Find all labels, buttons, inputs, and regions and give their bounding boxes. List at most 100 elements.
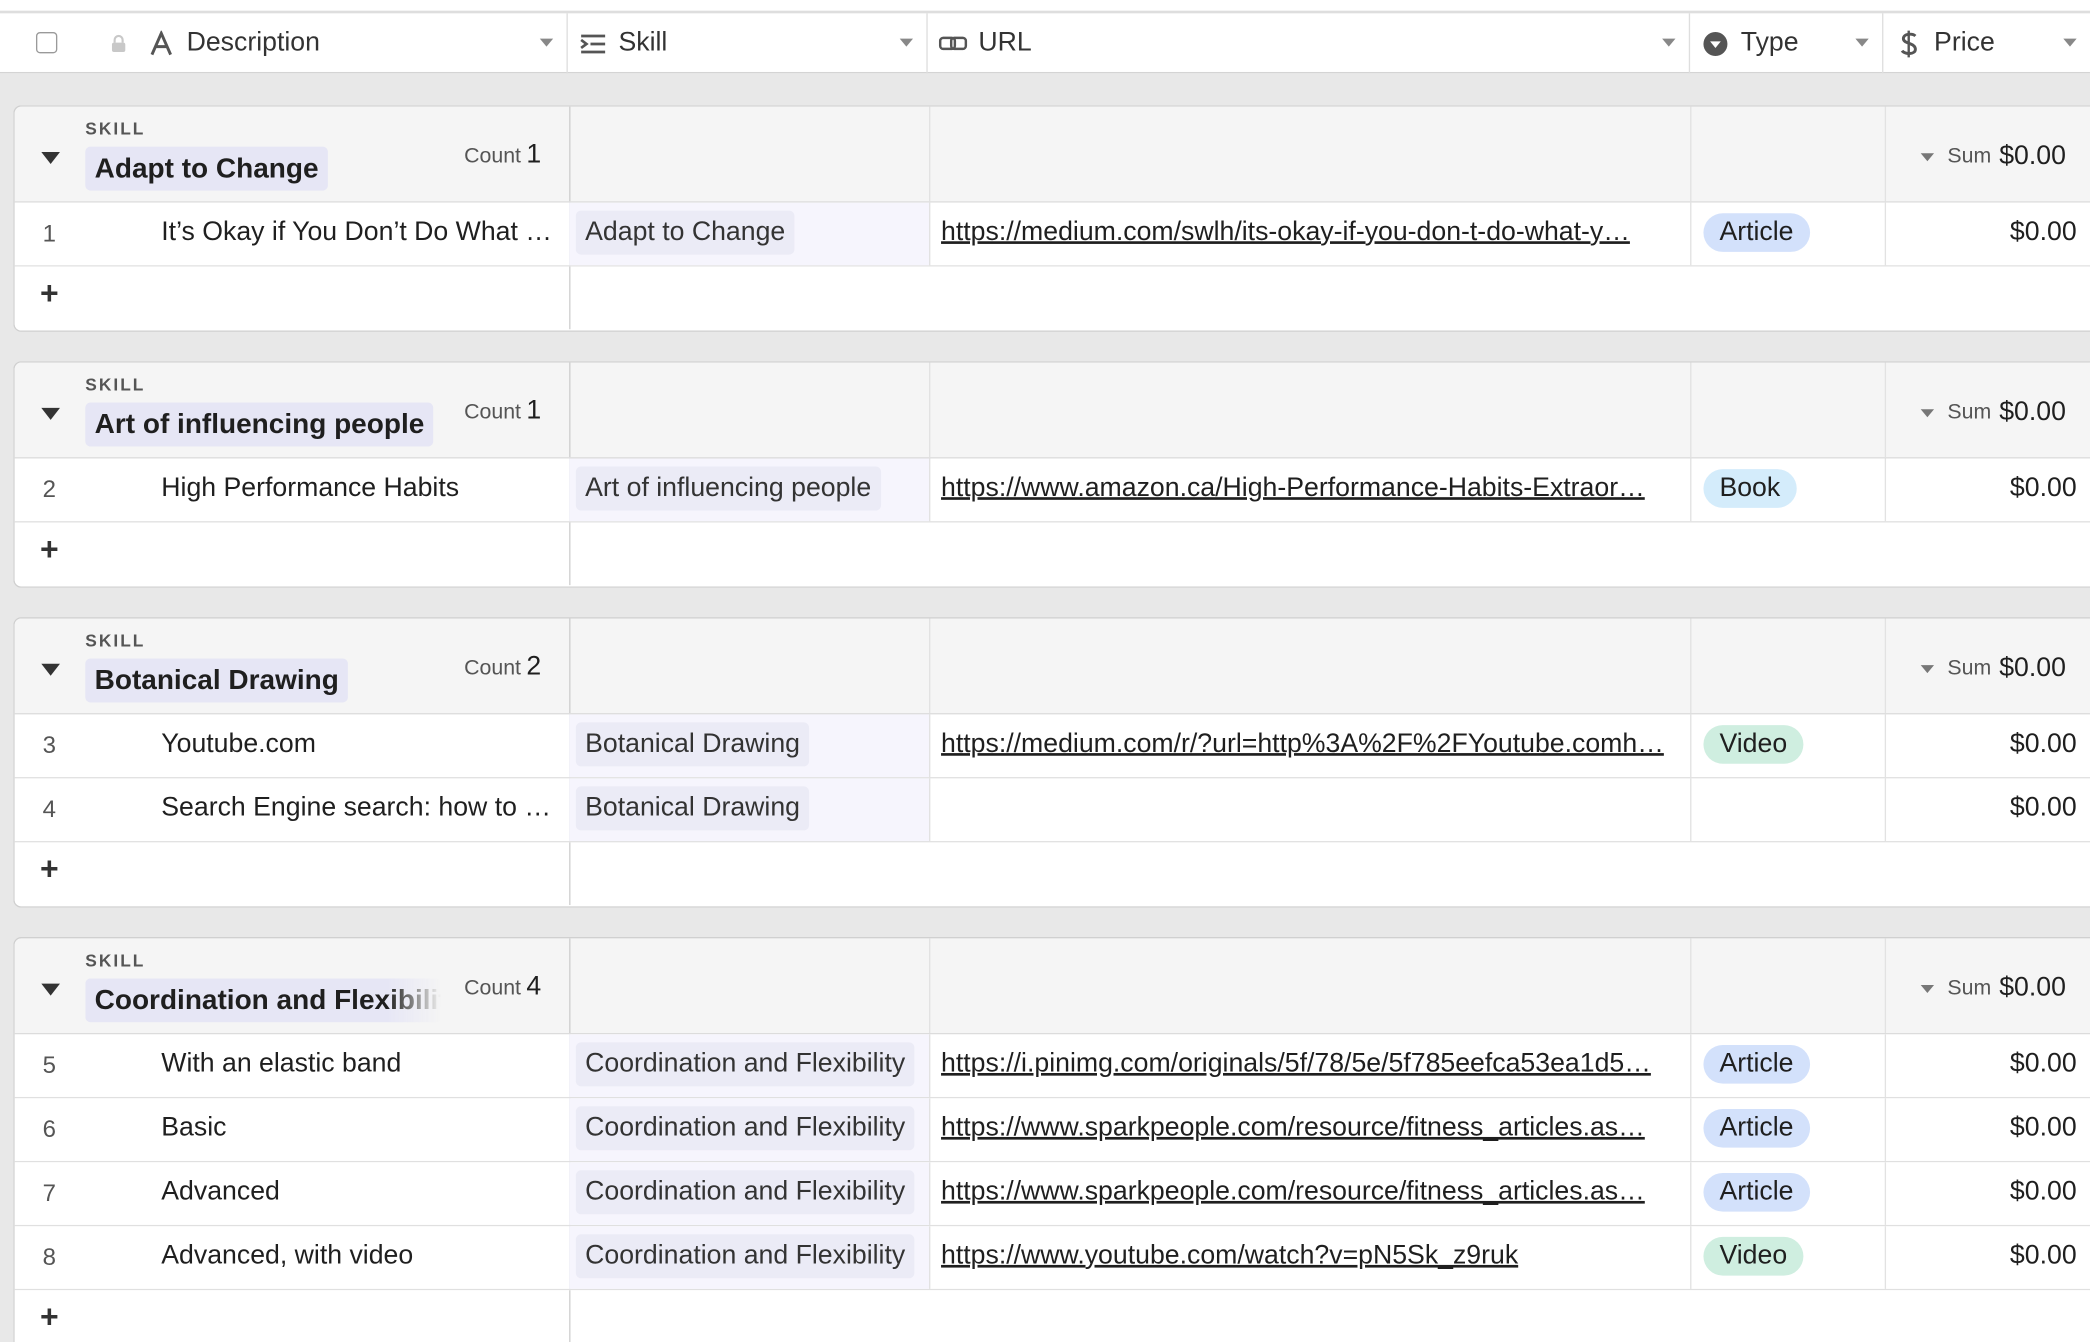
url-link[interactable]: https://www.sparkpeople.com/resource/fit…: [941, 1177, 1681, 1208]
column-divider: [569, 106, 571, 202]
url-link[interactable]: https://medium.com/r/?url=http%3A%2F%2FY…: [941, 729, 1681, 760]
price-cell[interactable]: $0.00: [2010, 217, 2077, 248]
column-divider: [1884, 1162, 1887, 1225]
chevron-down-icon[interactable]: [2063, 38, 2077, 47]
count-label: Count: [464, 657, 521, 680]
table-row[interactable]: 7 Advanced Coordination and Flexibility htt…: [14, 1162, 2090, 1227]
table-row[interactable]: 5 With an elastic band Coordination and Fl…: [14, 1034, 2090, 1099]
group-header[interactable]: SKILL Botanical Drawing Count 2 Sum $0.00: [14, 618, 2090, 715]
price-cell[interactable]: $0.00: [2010, 1241, 2077, 1272]
group-field-label: SKILL: [85, 374, 146, 395]
description-cell[interactable]: Basic: [161, 1113, 561, 1144]
chevron-down-icon[interactable]: [1662, 38, 1676, 47]
skill-chip[interactable]: Botanical Drawing: [575, 722, 810, 767]
group-sum[interactable]: Sum $0.00: [1920, 397, 2066, 428]
description-cell[interactable]: Advanced, with video: [161, 1241, 561, 1272]
column-header-skill[interactable]: Skill: [568, 13, 928, 74]
group-count: Count 1: [464, 140, 541, 171]
collapse-toggle-icon[interactable]: [41, 407, 60, 420]
column-divider: [1884, 938, 1887, 1033]
table-row[interactable]: 2 High Performance Habits Art of influenci…: [14, 458, 2090, 523]
column-header-description[interactable]: Description: [147, 13, 568, 74]
price-cell[interactable]: $0.00: [2010, 1113, 2077, 1144]
type-badge[interactable]: Article: [1703, 1044, 1810, 1084]
sum-label: Sum: [1947, 144, 1992, 168]
type-badge[interactable]: Article: [1703, 1108, 1810, 1148]
table-row[interactable]: 1 It’s Okay if You Don’t Do What … Adapt t…: [14, 202, 2090, 267]
row-number: 3: [42, 731, 56, 759]
table-row[interactable]: 6 Basic Coordination and Flexibility https:…: [14, 1098, 2090, 1163]
type-badge[interactable]: Video: [1703, 1236, 1804, 1276]
skill-chip[interactable]: Coordination and Flexibility: [575, 1042, 915, 1087]
url-link[interactable]: https://www.sparkpeople.com/resource/fit…: [941, 1113, 1681, 1144]
count-label: Count: [464, 401, 521, 424]
price-cell[interactable]: $0.00: [2010, 473, 2077, 504]
description-cell[interactable]: High Performance Habits: [161, 473, 561, 504]
skill-chip[interactable]: Art of influencing people: [575, 466, 881, 511]
type-badge[interactable]: Article: [1703, 213, 1810, 252]
collapse-toggle-icon[interactable]: [41, 663, 60, 676]
add-record-row[interactable]: +: [14, 522, 2090, 586]
group-header[interactable]: SKILL Coordination and Flexibility Count 4 S…: [14, 938, 2090, 1035]
chevron-down-icon[interactable]: [899, 38, 914, 47]
column-divider: [1690, 714, 1692, 778]
type-badge[interactable]: Video: [1703, 725, 1804, 764]
group-field-label: SKILL: [85, 630, 146, 651]
url-link[interactable]: https://www.amazon.ca/High-Performance-H…: [941, 473, 1681, 504]
column-divider: [569, 522, 571, 586]
sum-value: $0.00: [1999, 141, 2066, 171]
add-icon[interactable]: +: [40, 854, 59, 886]
url-link[interactable]: https://medium.com/swlh/its-okay-if-you-…: [941, 217, 1681, 248]
add-icon[interactable]: +: [40, 534, 59, 566]
skill-chip[interactable]: Adapt to Change: [575, 210, 795, 255]
column-header-url[interactable]: URL: [928, 13, 1691, 74]
group-header[interactable]: SKILL Adapt to Change Count 1 Sum $0.00: [14, 106, 2090, 203]
chevron-down-icon[interactable]: [1920, 984, 1935, 993]
table-row[interactable]: 4 Search Engine search: how to … Botanical…: [14, 778, 2090, 843]
skill-chip[interactable]: Coordination and Flexibility: [575, 1170, 915, 1215]
description-cell[interactable]: With an elastic band: [161, 1049, 561, 1080]
select-all-checkbox[interactable]: [35, 31, 58, 54]
table-row[interactable]: 3 Youtube.com Botanical Drawing https://med…: [14, 714, 2090, 779]
chevron-down-icon[interactable]: [1920, 152, 1935, 161]
url-link[interactable]: https://i.pinimg.com/originals/5f/78/5e/…: [941, 1049, 1681, 1080]
skill-chip[interactable]: Botanical Drawing: [575, 786, 810, 831]
row-number: 4: [42, 795, 56, 823]
collapse-toggle-icon[interactable]: [41, 151, 60, 164]
description-cell[interactable]: It’s Okay if You Don’t Do What …: [161, 217, 561, 248]
price-cell[interactable]: $0.00: [2010, 793, 2077, 824]
add-record-row[interactable]: +: [14, 1290, 2090, 1342]
price-cell[interactable]: $0.00: [2010, 1177, 2077, 1208]
description-cell[interactable]: Youtube.com: [161, 729, 561, 760]
chevron-down-icon[interactable]: [1920, 408, 1935, 417]
url-link[interactable]: https://www.youtube.com/watch?v=pN5Sk_z9…: [941, 1241, 1681, 1272]
group-count: Count 1: [464, 396, 541, 427]
table-row[interactable]: 8 Advanced, with video Coordination and Fl…: [14, 1226, 2090, 1291]
add-icon[interactable]: +: [40, 1302, 59, 1334]
add-record-row[interactable]: +: [14, 842, 2090, 906]
chevron-down-icon[interactable]: [539, 38, 554, 47]
group-sum[interactable]: Sum $0.00: [1920, 141, 2066, 172]
price-cell[interactable]: $0.00: [2010, 1049, 2077, 1080]
chevron-down-icon[interactable]: [1920, 664, 1935, 673]
row-number: 7: [42, 1179, 56, 1207]
collapse-toggle-icon[interactable]: [41, 983, 60, 996]
group-header[interactable]: SKILL Art of influencing people Count 1 Sum $…: [14, 362, 2090, 459]
group-sum[interactable]: Sum $0.00: [1920, 973, 2066, 1004]
column-divider: [569, 618, 571, 714]
skill-chip[interactable]: Coordination and Flexibility: [575, 1234, 915, 1279]
type-badge[interactable]: Book: [1703, 469, 1797, 508]
column-header-type[interactable]: Type: [1690, 13, 1884, 74]
description-cell[interactable]: Search Engine search: how to …: [161, 793, 561, 824]
description-cell[interactable]: Advanced: [161, 1177, 561, 1208]
skill-chip[interactable]: Coordination and Flexibility: [575, 1106, 915, 1151]
price-cell[interactable]: $0.00: [2010, 729, 2077, 760]
column-divider: [569, 842, 571, 906]
chevron-down-icon[interactable]: [1855, 38, 1869, 47]
group-sum[interactable]: Sum $0.00: [1920, 653, 2066, 684]
add-icon[interactable]: +: [40, 278, 59, 311]
add-record-row[interactable]: +: [14, 266, 2090, 330]
column-header-price[interactable]: Price: [1883, 13, 2090, 73]
column-divider: [1884, 458, 1887, 522]
type-badge[interactable]: Article: [1703, 1172, 1810, 1212]
